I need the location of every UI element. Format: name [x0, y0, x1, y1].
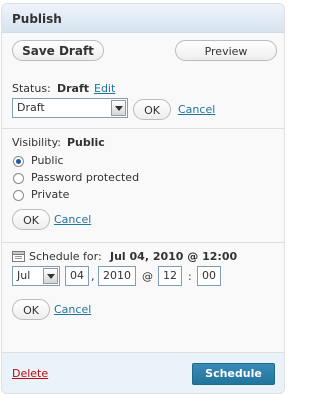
visibility-radio-private[interactable] [13, 190, 24, 201]
visibility-ok-button[interactable]: OK [12, 209, 50, 230]
status-select-value: Draft [17, 101, 45, 114]
visibility-option-label: Public [31, 154, 64, 167]
status-label: Status: [12, 82, 51, 95]
preview-button[interactable]: Preview [175, 40, 277, 61]
visibility-value: Public [67, 136, 105, 149]
schedule-ok-button[interactable]: OK [12, 299, 50, 320]
hour-input[interactable]: 12 [158, 266, 182, 286]
chevron-down-icon [111, 100, 126, 116]
visibility-cancel-link[interactable]: Cancel [54, 213, 91, 226]
publish-panel: Publish Save Draft Preview Status: Draft… [1, 3, 285, 394]
visibility-option-label: Private [31, 188, 70, 201]
schedule-label: Schedule for: [29, 250, 102, 263]
minute-input[interactable]: 00 [197, 266, 221, 286]
status-edit-link[interactable]: Edit [94, 82, 115, 95]
date-separator: , [91, 270, 95, 283]
status-select[interactable]: Draft [12, 98, 128, 118]
save-draft-button[interactable]: Save Draft [12, 40, 104, 61]
panel-footer: Delete Schedule [2, 352, 284, 393]
visibility-radio-public[interactable] [13, 156, 24, 167]
panel-header: Publish [2, 4, 284, 33]
month-select[interactable]: Jul [12, 266, 60, 286]
delete-link[interactable]: Delete [12, 367, 48, 380]
year-input[interactable]: 2010 [98, 266, 136, 286]
visibility-option-label: Password protected [31, 171, 140, 184]
day-input[interactable]: 04 [65, 266, 89, 286]
at-separator: @ [142, 270, 153, 283]
status-ok-button[interactable]: OK [133, 99, 171, 120]
divider [2, 128, 284, 129]
schedule-cancel-link[interactable]: Cancel [54, 303, 91, 316]
month-select-value: Jul [17, 269, 31, 282]
divider [2, 242, 284, 243]
calendar-icon [12, 251, 25, 262]
panel-title: Publish [12, 12, 62, 26]
visibility-radio-password[interactable] [13, 173, 24, 184]
schedule-button[interactable]: Schedule [192, 363, 275, 385]
time-separator: : [188, 270, 192, 283]
status-cancel-link[interactable]: Cancel [178, 103, 215, 116]
schedule-value: Jul 04, 2010 @ 12:00 [110, 250, 238, 263]
chevron-down-icon [43, 268, 58, 284]
visibility-label: Visibility: [12, 136, 62, 149]
status-value: Draft [57, 82, 90, 95]
